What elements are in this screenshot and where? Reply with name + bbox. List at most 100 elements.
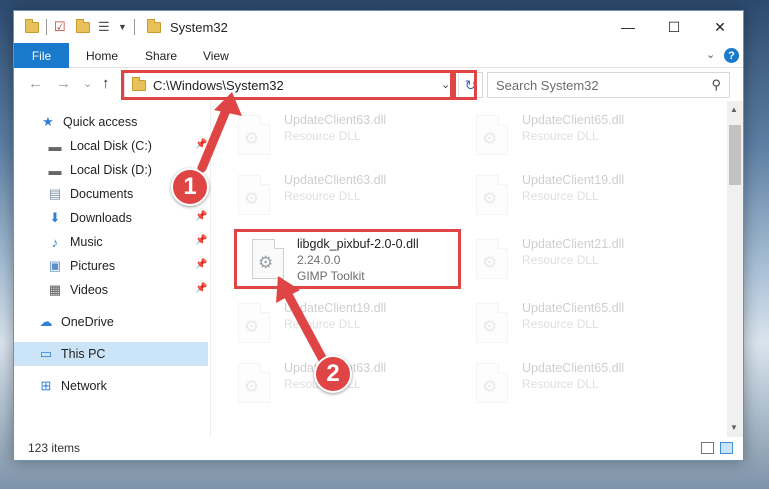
scrollbar-thumb[interactable]: [729, 125, 741, 185]
close-button[interactable]: ✕: [697, 11, 743, 43]
address-path[interactable]: C:\Windows\System32: [153, 78, 284, 93]
help-icon[interactable]: ?: [724, 48, 739, 63]
sidebar-item-label: Music: [70, 235, 103, 249]
sidebar-item-label: Documents: [70, 187, 134, 201]
navigation-pane: ★ Quick access ▬ Local Disk (C:) 📌 ▬ Loc…: [14, 107, 210, 437]
file-tile[interactable]: ⚙ UpdateClient65.dll Resource DLL: [462, 107, 682, 163]
tiles-view-icon[interactable]: [720, 442, 733, 454]
recent-locations-button[interactable]: ⌄: [83, 77, 92, 90]
pin-icon[interactable]: 📌: [195, 283, 207, 294]
maximize-button[interactable]: ☐: [651, 11, 697, 43]
sidebar-item-quick-access[interactable]: ★ Quick access: [14, 110, 208, 134]
cloud-icon: ☁: [39, 314, 53, 329]
navigation-bar: ← → ⌄ ↑ C:\Windows\System32 ⌄ ↻ Search S…: [14, 69, 743, 101]
dll-file-icon: ⚙: [476, 239, 508, 279]
videos-icon: ▦: [48, 282, 62, 297]
folder-icon[interactable]: [25, 18, 39, 35]
dll-file-icon: ⚙: [476, 303, 508, 343]
sidebar-item-downloads[interactable]: ⬇ Downloads 📌: [14, 206, 208, 230]
dll-file-icon: ⚙: [476, 115, 508, 155]
file-version: 2.24.0.0: [297, 253, 341, 267]
search-input[interactable]: Search System32: [496, 78, 599, 93]
dll-file-icon: ⚙: [238, 115, 270, 155]
address-dropdown-icon[interactable]: ⌄: [441, 78, 450, 91]
dll-file-icon: ⚙: [238, 303, 270, 343]
file-tile[interactable]: ⚙ UpdateClient19.dll Resource DLL: [462, 167, 682, 223]
dll-file-icon: ⚙: [252, 239, 284, 279]
tab-share[interactable]: Share: [145, 49, 177, 63]
file-tile[interactable]: ⚙ UpdateClient63.dll Resource DLL: [224, 167, 444, 223]
sidebar-item-label: OneDrive: [61, 315, 114, 329]
customize-icon[interactable]: ☰: [98, 19, 110, 35]
file-tile[interactable]: ⚙ UpdateClient21.dll Resource DLL: [462, 231, 682, 287]
up-button[interactable]: ↑: [102, 75, 110, 92]
dll-file-icon: ⚙: [476, 175, 508, 215]
pane-divider[interactable]: [210, 101, 211, 437]
file-tile-libgdk-pixbuf[interactable]: ⚙ libgdk_pixbuf-2.0-0.dll 2.24.0.0 GIMP …: [238, 231, 458, 287]
sidebar-item-onedrive[interactable]: ☁ OneDrive: [14, 310, 208, 334]
forward-button[interactable]: →: [56, 75, 71, 92]
file-company: GIMP Toolkit: [297, 269, 365, 283]
back-button[interactable]: ←: [28, 75, 43, 92]
ribbon-tabs: File Home Share View ⌄ ?: [14, 43, 743, 68]
pin-icon[interactable]: 📌: [195, 139, 207, 150]
vertical-scrollbar[interactable]: ▲ ▼: [727, 101, 743, 437]
pin-icon[interactable]: 📌: [195, 211, 207, 222]
sidebar-item-music[interactable]: ♪ Music 📌: [14, 230, 208, 254]
sidebar-item-pictures[interactable]: ▣ Pictures 📌: [14, 254, 208, 278]
tab-file[interactable]: File: [14, 43, 69, 68]
sidebar-item-label: Network: [61, 379, 107, 393]
sidebar-item-label: Local Disk (C:): [70, 139, 152, 153]
callout-2: 2: [314, 355, 352, 393]
drive-icon: ▬: [48, 162, 62, 178]
minimize-button[interactable]: —: [605, 11, 651, 43]
search-box[interactable]: Search System32 ⚲: [487, 72, 730, 98]
pictures-icon: ▣: [48, 258, 62, 273]
tab-view[interactable]: View: [203, 49, 229, 63]
network-icon: ⊞: [40, 378, 52, 393]
address-folder-icon: [132, 77, 146, 91]
sidebar-item-this-pc[interactable]: ▭ This PC: [14, 342, 208, 366]
file-name: libgdk_pixbuf-2.0-0.dll: [297, 237, 419, 251]
scroll-down-icon[interactable]: ▼: [730, 423, 738, 432]
sidebar-item-label: Downloads: [70, 211, 132, 225]
file-tile[interactable]: ⚙ UpdateClient63.dll Resource DLL: [224, 107, 444, 163]
search-icon[interactable]: ⚲: [711, 77, 721, 93]
sidebar-item-label: Local Disk (D:): [70, 163, 152, 177]
file-tile[interactable]: ⚙ UpdateClient65.dll Resource DLL: [462, 295, 682, 351]
dll-file-icon: ⚙: [476, 363, 508, 403]
dll-file-icon: ⚙: [238, 175, 270, 215]
callout-1: 1: [171, 168, 209, 206]
refresh-icon[interactable]: ↻: [458, 73, 482, 97]
sidebar-item-label: Videos: [70, 283, 108, 297]
computer-icon: ▭: [39, 346, 53, 361]
file-tile[interactable]: ⚙ UpdateClient19.dll Resource DLL: [224, 295, 444, 351]
star-icon: ★: [42, 114, 54, 129]
download-icon: ⬇: [49, 210, 61, 225]
title-bar: ☑ ☰ ▼ System32 — ☐ ✕: [14, 11, 743, 43]
pin-icon[interactable]: 📌: [195, 235, 207, 246]
file-explorer-window: ☑ ☰ ▼ System32 — ☐ ✕ File Home Share Vie…: [13, 10, 744, 461]
status-bar: 123 items: [14, 437, 743, 460]
file-tile[interactable]: ⚙ UpdateClient65.dll Resource DLL: [462, 355, 682, 411]
sidebar-item-network[interactable]: ⊞ Network: [14, 374, 208, 398]
details-view-icon[interactable]: [701, 442, 714, 454]
window-title: System32: [170, 20, 228, 35]
sidebar-item-label: This PC: [61, 347, 106, 361]
address-bar[interactable]: C:\Windows\System32 ⌄ ↻: [124, 72, 483, 98]
chevron-down-icon[interactable]: ▼: [118, 19, 127, 35]
scroll-up-icon[interactable]: ▲: [730, 105, 738, 114]
sidebar-item-label: Pictures: [70, 259, 116, 273]
file-list: ⚙ UpdateClient63.dll Resource DLL ⚙ Upda…: [224, 107, 724, 437]
new-folder-icon[interactable]: [76, 18, 90, 35]
sidebar-item-local-disk-c[interactable]: ▬ Local Disk (C:) 📌: [14, 134, 208, 158]
tab-home[interactable]: Home: [86, 49, 118, 63]
sidebar-item-videos[interactable]: ▦ Videos 📌: [14, 278, 208, 302]
pin-icon[interactable]: 📌: [195, 259, 207, 270]
title-folder-icon: [147, 18, 161, 35]
expand-ribbon-icon[interactable]: ⌄: [706, 48, 715, 61]
item-count: 123 items: [28, 441, 81, 455]
properties-icon[interactable]: ☑: [54, 19, 66, 35]
sidebar-item-label: Quick access: [63, 115, 138, 129]
music-icon: ♪: [51, 234, 59, 250]
